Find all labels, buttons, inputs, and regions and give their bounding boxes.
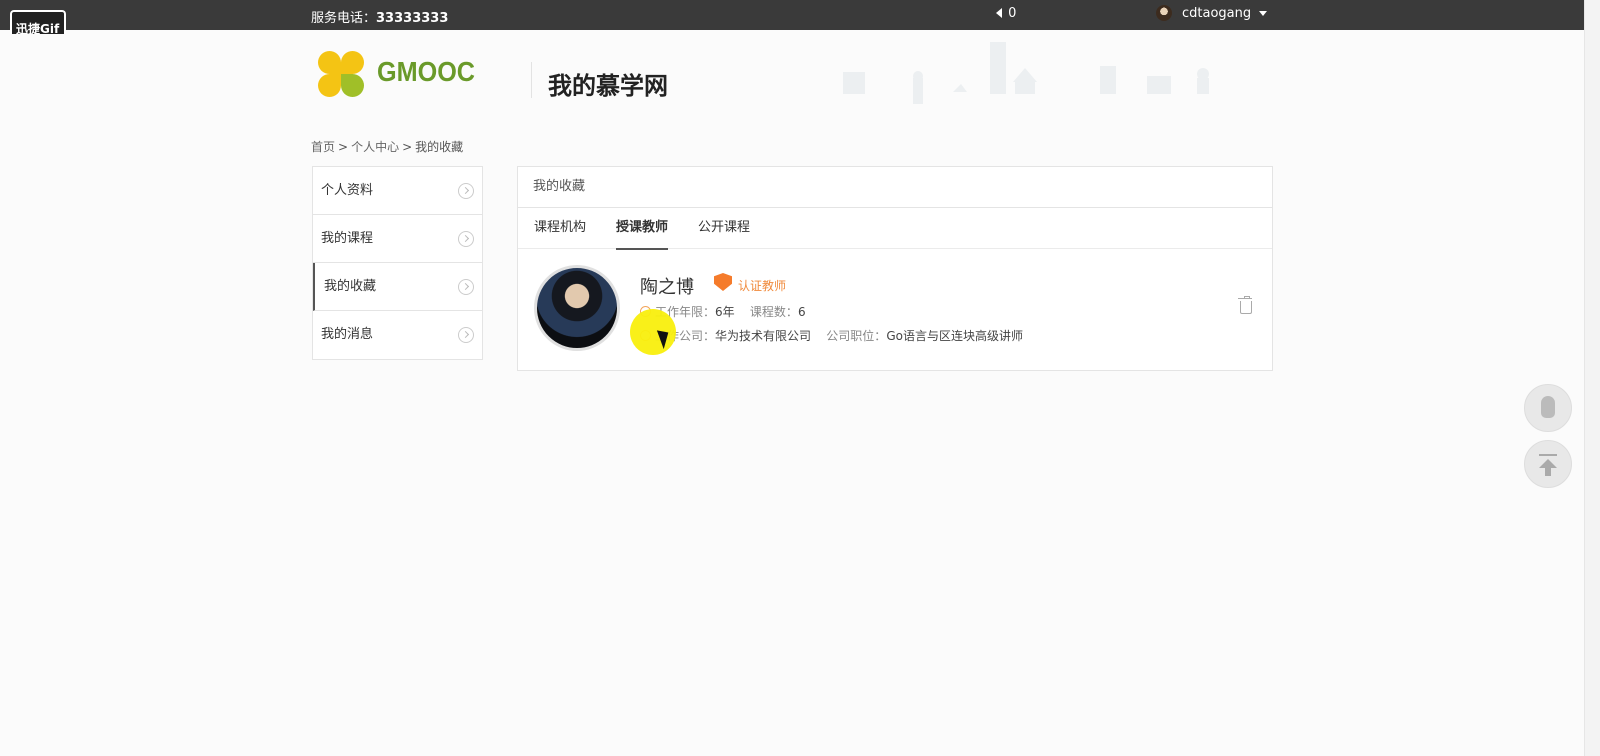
sidebar-item-favorites[interactable]: 我的收藏: [313, 263, 482, 311]
username: cdtaogang: [1182, 5, 1252, 21]
message-indicator[interactable]: 0: [996, 6, 1016, 21]
teacher-name[interactable]: 陶之博: [640, 273, 694, 299]
sidebar-item-profile[interactable]: 个人资料: [313, 167, 482, 215]
breadcrumb-home[interactable]: 首页: [311, 140, 335, 154]
header-divider: [531, 62, 532, 98]
courses-value: 6: [797, 305, 806, 319]
tab-courses[interactable]: 公开课程: [698, 208, 750, 248]
service-phone: 服务电话：33333333: [311, 7, 448, 26]
trash-icon[interactable]: [1238, 296, 1252, 314]
favorites-tabs: 课程机构 授课教师 公开课程: [518, 208, 1272, 250]
chevron-down-icon: [1259, 10, 1268, 16]
certified-badge-label: 认证教师: [738, 279, 787, 293]
clover-logo-icon: [317, 50, 365, 98]
sidebar: 个人资料 我的课程 我的收藏 我的消息: [312, 166, 483, 360]
phone-label: 服务电话：: [311, 11, 377, 26]
courses-label: 课程数：: [749, 305, 798, 319]
years-value: 6年: [715, 305, 735, 319]
recorder-badge: 迅捷Gif: [10, 10, 66, 34]
sidebar-item-label: 我的收藏: [324, 279, 377, 294]
position-label: 公司职位：: [826, 329, 887, 343]
teacher-company-row: 工作公司：华为技术有限公司 公司职位：Go语言与区连块高级讲师: [640, 327, 1023, 344]
tab-organizations[interactable]: 课程机构: [534, 208, 586, 248]
qq-icon: [1541, 396, 1555, 418]
position-value: Go语言与区连块高级讲师: [886, 329, 1023, 343]
skyline-decoration-icon: [843, 42, 1209, 104]
tab-teachers[interactable]: 授课教师: [616, 208, 669, 250]
back-to-top-icon: [1539, 454, 1557, 456]
breadcrumb-current: 我的收藏: [415, 140, 464, 154]
sidebar-item-label: 我的消息: [321, 327, 374, 342]
panel-title: 我的收藏: [518, 167, 1272, 208]
logo-text: GMOOC: [377, 56, 476, 87]
chevron-right-icon: [458, 279, 474, 295]
sidebar-item-label: 我的课程: [321, 231, 374, 246]
user-menu[interactable]: cdtaogang: [1156, 5, 1268, 21]
certified-badge-icon: [714, 273, 732, 291]
cursor-highlight: [630, 309, 676, 355]
sidebar-item-courses[interactable]: 我的课程: [313, 215, 482, 263]
qq-contact-button[interactable]: [1524, 384, 1572, 432]
page-title: 我的慕学网: [548, 72, 668, 100]
favorites-panel: 我的收藏 课程机构 授课教师 公开课程 陶之博 认证教师 工作年限：6年 课程数…: [517, 166, 1273, 371]
sidebar-item-label: 个人资料: [321, 183, 374, 198]
message-count: 0: [1008, 6, 1017, 21]
user-avatar: [1156, 5, 1172, 21]
breadcrumb-sep: >: [402, 140, 413, 154]
company-value: 华为技术有限公司: [715, 329, 812, 343]
speaker-icon: [996, 8, 1002, 18]
sidebar-item-messages[interactable]: 我的消息: [313, 311, 482, 359]
top-bar: 迅捷Gif 服务电话：33333333 0 cdtaogang: [0, 0, 1584, 34]
chevron-right-icon: [458, 231, 474, 247]
recorder-badge-text: 迅捷Gif: [16, 22, 60, 34]
breadcrumb-sep: >: [338, 140, 349, 154]
breadcrumb-center[interactable]: 个人中心: [351, 140, 399, 154]
page-scrollbar[interactable]: [1584, 0, 1600, 756]
back-to-top-button[interactable]: [1524, 440, 1572, 488]
site-logo[interactable]: GMOOC: [317, 48, 475, 100]
chevron-right-icon: [458, 327, 474, 343]
chevron-right-icon: [458, 183, 474, 199]
teacher-avatar[interactable]: [534, 265, 620, 351]
phone-number: 33333333: [376, 11, 449, 26]
breadcrumb: 首页 > 个人中心 > 我的收藏: [311, 138, 463, 155]
